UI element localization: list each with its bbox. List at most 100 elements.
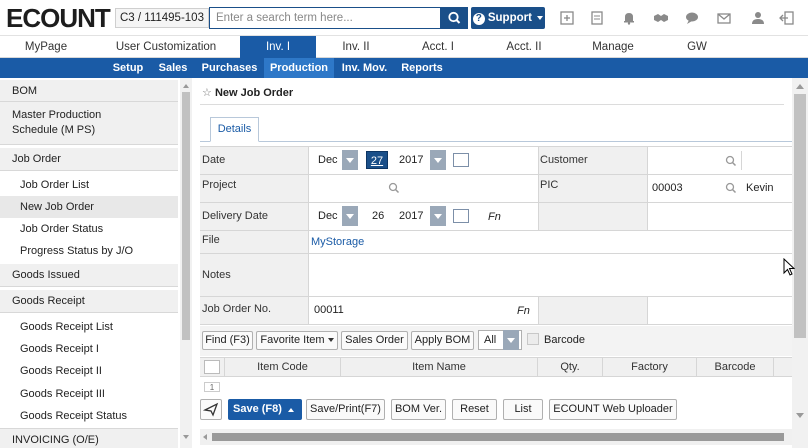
submenu-sales[interactable]: Sales [153,58,193,78]
col-factory[interactable]: Factory [603,358,696,377]
send-icon [202,402,219,417]
calendar-icon[interactable] [453,153,469,167]
menu-tab-acct-i[interactable]: Acct. I [396,36,480,58]
sidebar-section-goods-issued[interactable]: Goods Issued [0,264,178,287]
document-icon[interactable] [589,10,605,26]
company-code[interactable]: C3 / 111495-103 [115,8,209,28]
job-order-fn-button[interactable]: Fn [517,305,530,317]
date-year-dropdown[interactable] [430,150,446,170]
ecount-logo[interactable]: ECOUNT [6,5,111,31]
sidebar-item-job-order-list[interactable]: Job Order List [0,174,178,196]
form-border [538,147,539,231]
date-month-dropdown[interactable] [342,150,358,170]
favorite-item-button[interactable]: Favorite Item [256,331,338,350]
horizontal-scrollbar[interactable] [200,429,800,445]
reset-button[interactable]: Reset [452,399,497,420]
sidebar-item-goods-receipt-list[interactable]: Goods Receipt List [0,316,178,338]
bell-icon[interactable] [621,10,637,26]
save-options-icon[interactable] [288,408,294,412]
find-button[interactable]: Find (F3) [202,331,253,350]
save-button[interactable]: Save (F8) [228,399,302,420]
submenu-setup[interactable]: Setup [108,58,148,78]
scroll-down-arrow[interactable] [183,435,189,439]
customer-search-icon[interactable] [725,155,737,167]
chat-icon[interactable] [684,10,700,26]
scroll-left-arrow[interactable] [203,434,207,440]
save-print-button[interactable]: Save/Print(F7) [306,399,385,420]
delivery-fn-button[interactable]: Fn [488,211,501,223]
col-barcode[interactable]: Barcode [697,358,773,377]
submenu-inv-mov[interactable]: Inv. Mov. [337,58,392,78]
col-qty[interactable]: Qty. [538,358,602,377]
col-item-code[interactable]: Item Code [225,358,340,377]
menu-tab-inv-i[interactable]: Inv. I [240,36,316,58]
job-order-no-value[interactable]: 00011 [314,304,344,316]
project-search-icon[interactable] [388,182,400,194]
submenu-reports[interactable]: Reports [396,58,448,78]
sidebar-item-progress-status[interactable]: Progress Status by J/O [0,240,178,262]
handshake-icon[interactable] [653,10,669,26]
delivery-day[interactable]: 26 [372,210,384,222]
submenu-purchases[interactable]: Purchases [198,58,261,78]
scroll-up-arrow[interactable] [796,84,804,89]
filter-dropdown[interactable] [503,330,519,350]
menu-tab-gw[interactable]: GW [658,36,736,58]
select-all-checkbox[interactable] [204,360,220,374]
menu-tab-acct-ii[interactable]: Acct. II [480,36,568,58]
delivery-month[interactable]: Dec [318,210,338,222]
sidebar-item-new-job-order[interactable]: New Job Order [0,196,178,218]
menu-tab-manage[interactable]: Manage [568,36,658,58]
delivery-month-dropdown[interactable] [342,206,358,226]
sales-order-button[interactable]: Sales Order [341,331,408,350]
sidebar-scroll-thumb[interactable] [182,92,190,340]
sidebar-scrollbar[interactable] [180,78,192,448]
new-window-icon[interactable] [559,10,575,26]
search-input[interactable] [209,7,441,29]
scroll-down-arrow[interactable] [796,413,804,418]
sidebar-item-goods-receipt-status[interactable]: Goods Receipt Status [0,405,178,427]
sidebar-section-bom[interactable]: BOM [0,80,178,102]
delivery-year-dropdown[interactable] [430,206,446,226]
apply-bom-button[interactable]: Apply BOM [411,331,474,350]
mail-icon[interactable] [716,10,732,26]
list-button[interactable]: List [503,399,543,420]
search-button[interactable] [441,7,468,29]
sidebar-item-job-order-status[interactable]: Job Order Status [0,218,178,240]
menu-tab-mypage[interactable]: MyPage [0,36,92,58]
sidebar-section-mps[interactable]: Master Production Schedule (M PS) [0,102,178,145]
delivery-year[interactable]: 2017 [399,210,423,222]
tab-details[interactable]: Details [210,117,259,142]
sidebar-section-goods-receipt[interactable]: Goods Receipt [0,290,178,313]
menu-tab-inv-ii[interactable]: Inv. II [316,36,396,58]
scroll-up-arrow[interactable] [183,84,189,88]
pic-code[interactable]: 00003 [652,182,683,194]
user-icon[interactable] [750,10,766,26]
sidebar-item-goods-receipt-iii[interactable]: Goods Receipt III [0,383,178,405]
row-number: 1 [204,382,220,392]
date-year[interactable]: 2017 [399,154,423,166]
mystorage-link[interactable]: MyStorage [311,236,364,248]
sidebar-section-job-order[interactable]: Job Order [0,148,178,171]
sidebar-item-goods-receipt-i[interactable]: Goods Receipt I [0,338,178,360]
support-button[interactable]: ? Support [471,7,545,29]
pic-search-icon[interactable] [725,182,737,194]
col-item-name[interactable]: Item Name [341,358,537,377]
sidebar-item-goods-receipt-ii[interactable]: Goods Receipt II [0,360,178,382]
send-button[interactable] [200,399,222,420]
menu-tab-user-customization[interactable]: User Customization [92,36,240,58]
date-day[interactable]: 27 [366,151,388,169]
date-month[interactable]: Dec [318,154,338,166]
help-icon: ? [472,13,485,25]
bom-ver-button[interactable]: BOM Ver. [391,399,446,420]
filter-select[interactable]: All [478,330,522,350]
content-scroll-thumb[interactable] [794,94,806,338]
web-uploader-button[interactable]: ECOUNT Web Uploader [549,399,677,420]
delivery-calendar-icon[interactable] [453,209,469,223]
barcode-checkbox[interactable] [527,333,539,345]
sidebar-section-invoicing[interactable]: INVOICING (O/E) [0,428,178,448]
project-label: Project [200,175,308,202]
star-icon[interactable]: ☆ [202,87,212,99]
horizontal-scroll-thumb[interactable] [212,433,784,441]
logout-icon[interactable] [779,10,795,26]
submenu-production[interactable]: Production [264,58,334,78]
